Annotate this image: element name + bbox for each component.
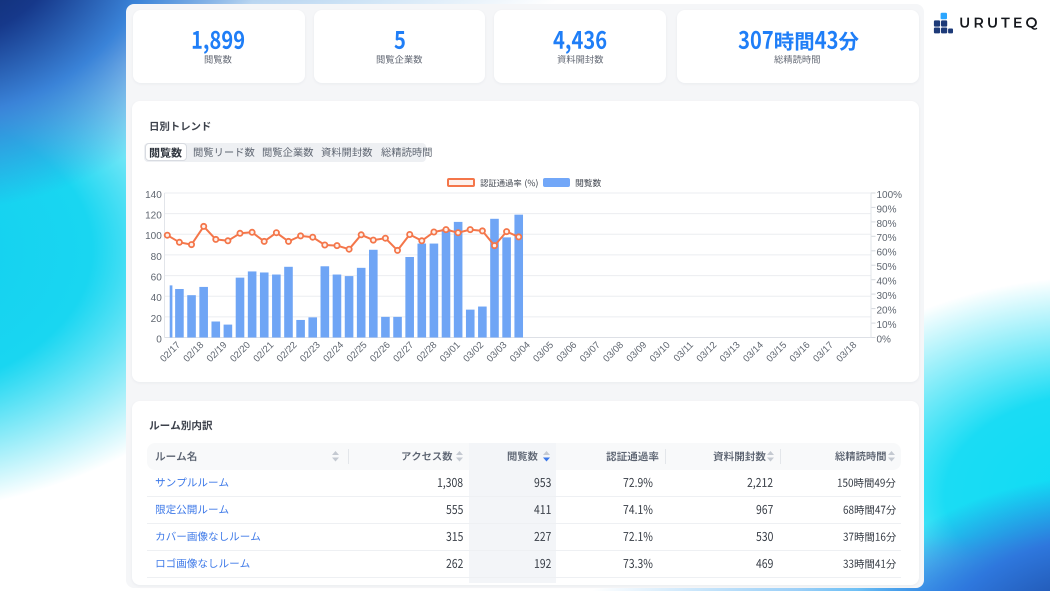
svg-text:70%: 70% <box>877 233 897 244</box>
svg-text:03/13: 03/13 <box>718 340 743 365</box>
svg-text:20%: 20% <box>877 306 897 317</box>
svg-text:02/19: 02/19 <box>205 340 230 365</box>
svg-text:02/27: 02/27 <box>391 340 416 365</box>
svg-text:03/02: 03/02 <box>461 340 486 365</box>
svg-text:40%: 40% <box>877 277 897 288</box>
svg-text:0: 0 <box>156 334 162 345</box>
svg-text:02/20: 02/20 <box>228 340 253 365</box>
svg-text:02/17: 02/17 <box>158 340 183 365</box>
svg-text:40: 40 <box>151 293 163 304</box>
svg-text:02/22: 02/22 <box>275 340 300 365</box>
svg-text:30%: 30% <box>877 291 897 302</box>
svg-text:03/17: 03/17 <box>811 340 836 365</box>
svg-text:10%: 10% <box>877 320 897 331</box>
svg-text:100: 100 <box>145 231 162 242</box>
svg-text:60: 60 <box>151 273 163 284</box>
svg-text:03/05: 03/05 <box>531 340 556 365</box>
svg-text:120: 120 <box>145 211 162 222</box>
svg-text:03/04: 03/04 <box>508 339 533 364</box>
svg-text:20: 20 <box>151 314 163 325</box>
svg-text:03/09: 03/09 <box>625 340 650 365</box>
svg-text:02/18: 02/18 <box>181 340 206 365</box>
svg-text:90%: 90% <box>877 204 897 215</box>
svg-text:80: 80 <box>151 252 163 263</box>
svg-text:60%: 60% <box>877 248 897 259</box>
svg-text:03/07: 03/07 <box>578 340 603 365</box>
svg-text:140: 140 <box>145 190 162 201</box>
svg-text:02/28: 02/28 <box>415 340 440 365</box>
svg-text:02/24: 02/24 <box>321 339 346 364</box>
svg-text:03/11: 03/11 <box>672 340 696 364</box>
svg-text:03/16: 03/16 <box>788 340 813 365</box>
svg-text:03/14: 03/14 <box>741 339 766 364</box>
svg-text:02/25: 02/25 <box>345 340 370 365</box>
svg-text:02/21: 02/21 <box>251 340 276 365</box>
svg-text:100%: 100% <box>877 190 903 201</box>
svg-text:03/08: 03/08 <box>601 340 626 365</box>
svg-text:80%: 80% <box>877 219 897 230</box>
svg-text:03/12: 03/12 <box>695 340 720 365</box>
svg-text:03/01: 03/01 <box>438 340 463 365</box>
svg-text:03/10: 03/10 <box>648 340 673 365</box>
svg-text:02/26: 02/26 <box>368 340 393 365</box>
svg-text:0%: 0% <box>877 334 892 345</box>
svg-text:02/23: 02/23 <box>298 340 323 365</box>
svg-text:03/18: 03/18 <box>834 340 859 365</box>
svg-text:03/15: 03/15 <box>764 340 789 365</box>
svg-text:50%: 50% <box>877 262 897 273</box>
svg-text:03/06: 03/06 <box>555 340 580 365</box>
svg-text:03/03: 03/03 <box>485 340 510 365</box>
